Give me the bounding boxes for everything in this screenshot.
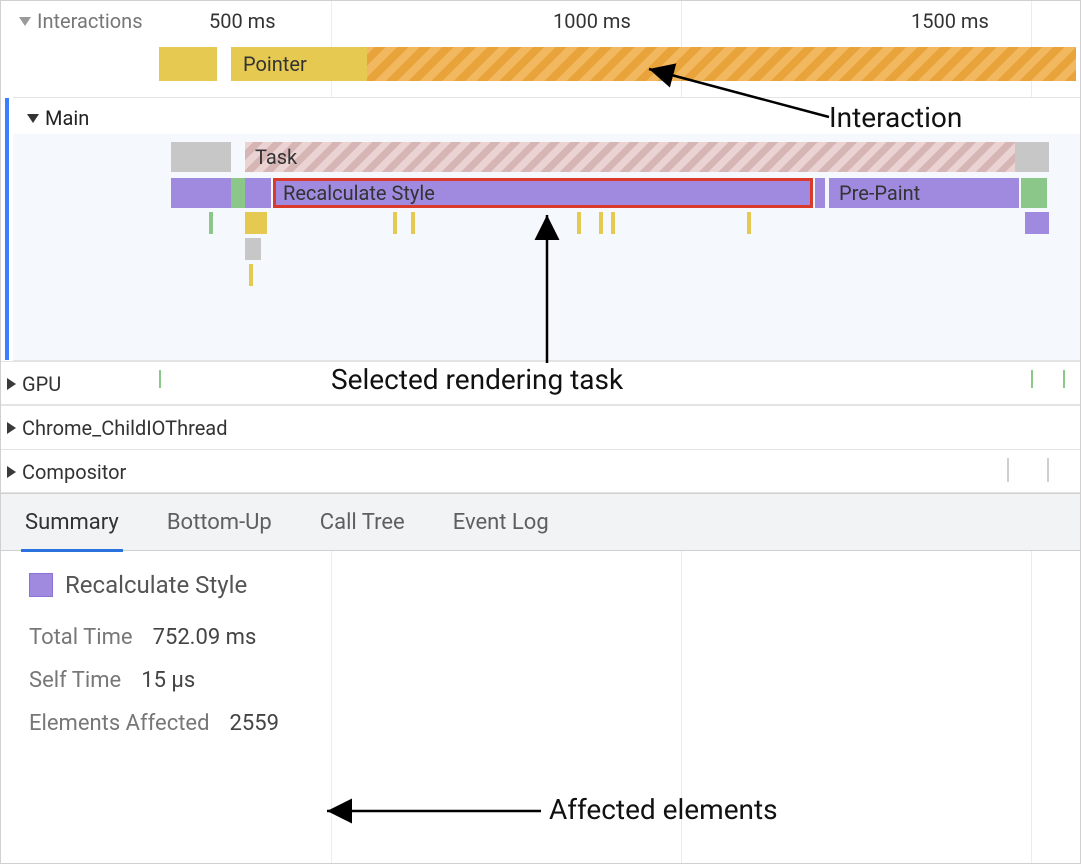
flame-bar[interactable]: [245, 238, 261, 260]
annotation-affected: Affected elements: [549, 793, 778, 826]
flame-bar[interactable]: [747, 212, 751, 234]
interactions-track[interactable]: Pointer: [1, 43, 1080, 87]
pre-paint-bar[interactable]: Pre-Paint: [829, 178, 1019, 208]
ruler-tick: 1000 ms: [553, 9, 631, 33]
tab-bottom-up[interactable]: Bottom-Up: [167, 494, 272, 551]
flame-bar[interactable]: [611, 212, 615, 234]
pointer-bar[interactable]: Pointer: [231, 47, 1076, 81]
flame-bar[interactable]: [245, 212, 267, 234]
compositor-tick: [1007, 458, 1009, 482]
chevron-down-icon: [27, 114, 39, 123]
compositor-track[interactable]: Compositor: [1, 449, 1080, 493]
chevron-right-icon: [7, 466, 16, 478]
elements-affected-label: Elements Affected: [29, 711, 209, 736]
summary-panel: Recalculate Style Total Time 752.09 ms S…: [1, 551, 1080, 863]
interaction-marker[interactable]: [159, 47, 217, 81]
track-label: Compositor: [22, 460, 126, 484]
gpu-tick: [159, 370, 161, 388]
flame-bar[interactable]: [231, 178, 245, 208]
total-time-value: 752.09 ms: [153, 625, 257, 650]
flame-bar[interactable]: [249, 264, 253, 286]
total-time-label: Total Time: [29, 625, 133, 650]
task-label: Task: [255, 145, 297, 169]
track-header-interactions[interactable]: Interactions: [19, 7, 149, 35]
compositor-tick: [1047, 458, 1049, 482]
tab-event-log[interactable]: Event Log: [453, 494, 549, 551]
color-swatch: [29, 573, 53, 597]
recalc-label: Recalculate Style: [283, 181, 435, 205]
flame-bar[interactable]: [171, 178, 231, 208]
flame-bar[interactable]: [577, 212, 581, 234]
details-tabs: Summary Bottom-Up Call Tree Event Log: [1, 493, 1080, 551]
flame-bar[interactable]: [599, 212, 603, 234]
flame-bar[interactable]: [171, 142, 231, 172]
chevron-right-icon: [7, 378, 16, 390]
track-label: Interactions: [37, 9, 143, 33]
flame-bar[interactable]: [209, 212, 213, 234]
flame-bar[interactable]: [393, 212, 397, 234]
self-time-label: Self Time: [29, 668, 121, 693]
track-label: Main: [45, 106, 89, 130]
self-time-value: 15 µs: [141, 668, 195, 693]
pointer-label: Pointer: [243, 52, 307, 76]
annotation-interaction: Interaction: [829, 101, 962, 134]
prepaint-label: Pre-Paint: [839, 181, 920, 205]
summary-title: Recalculate Style: [65, 571, 247, 599]
flame-bar[interactable]: [1021, 178, 1047, 208]
flame-bar[interactable]: [1025, 212, 1049, 234]
tab-summary[interactable]: Summary: [25, 494, 119, 551]
timeline-ruler: Interactions 500 ms 1000 ms 1500 ms: [1, 1, 1080, 39]
track-label: GPU: [22, 372, 61, 396]
main-track[interactable]: Main Task Recalculate Style Pre-Paint: [13, 97, 1080, 361]
gpu-tick: [1063, 370, 1065, 388]
flame-bar[interactable]: [245, 178, 271, 208]
elements-affected-value: 2559: [229, 711, 278, 736]
track-label: Chrome_ChildIOThread: [22, 416, 227, 440]
track-header-main[interactable]: Main: [27, 104, 95, 132]
gpu-tick: [1031, 370, 1033, 388]
ruler-tick: 1500 ms: [911, 9, 989, 33]
annotation-selected-task: Selected rendering task: [331, 363, 623, 396]
tab-call-tree[interactable]: Call Tree: [320, 494, 405, 551]
recalculate-style-bar[interactable]: Recalculate Style: [273, 178, 813, 208]
chevron-down-icon: [19, 17, 31, 26]
ruler-tick: 500 ms: [209, 9, 276, 33]
flame-bar[interactable]: [1015, 142, 1049, 172]
childio-track[interactable]: Chrome_ChildIOThread: [1, 405, 1080, 449]
flame-bar[interactable]: [815, 178, 825, 208]
task-bar[interactable]: Task: [245, 142, 1045, 172]
chevron-right-icon: [7, 422, 16, 434]
flame-bar[interactable]: [411, 212, 415, 234]
